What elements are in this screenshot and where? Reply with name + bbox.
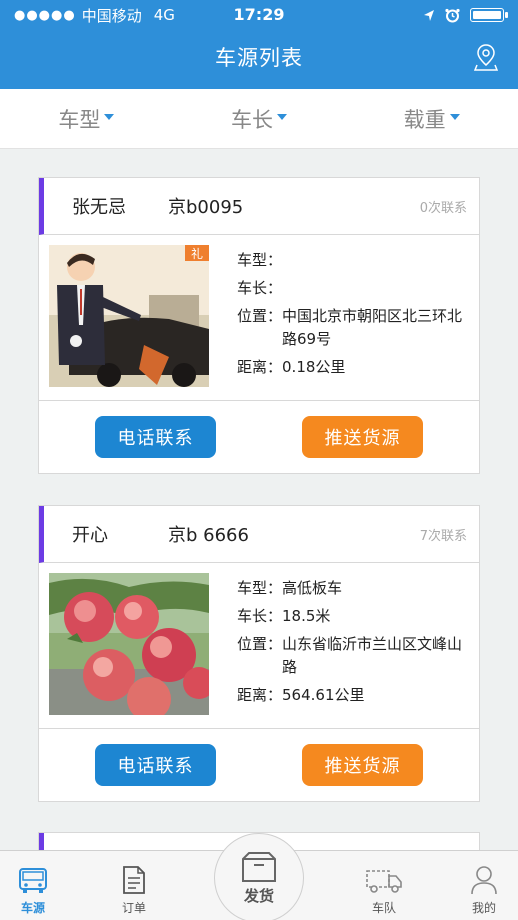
box-icon — [242, 851, 276, 882]
tab-orders[interactable]: 订单 — [116, 851, 152, 920]
push-cargo-button[interactable]: 推送货源 — [302, 416, 423, 458]
card-body: 车型： 高低板车 车长： 18.5米 位置： 山东省临沂市兰山区文峰山路 距离： 564… — [39, 563, 479, 729]
length-value: 18.5米 — [282, 607, 331, 625]
filter-type-label: 车型 — [58, 107, 101, 132]
length-label: 车长： — [237, 279, 283, 297]
location-value: 山东省临沂市兰山区文峰山路 — [282, 635, 463, 676]
tab-fleet-label: 车队 — [371, 901, 396, 915]
status-time: 17:29 — [233, 5, 285, 24]
filter-type[interactable]: 车型 — [0, 89, 173, 148]
card-header: 张无忌 京b0095 0次联系 — [39, 178, 479, 235]
vehicle-photo — [49, 573, 209, 715]
tab-profile[interactable]: 我的 — [466, 851, 502, 920]
length-label: 车长： — [237, 607, 283, 625]
distance-label: 距离： — [237, 358, 283, 376]
type-label: 车型： — [237, 579, 283, 597]
filter-weight[interactable]: 载重 — [345, 89, 518, 148]
location-label: 位置： — [237, 635, 283, 653]
tab-vehicles[interactable]: 车源 — [14, 851, 52, 920]
user-icon — [471, 866, 497, 895]
tab-fleet[interactable]: 车队 — [362, 851, 406, 920]
filter-bar: 车型 车长 载重 — [0, 89, 518, 149]
call-button[interactable]: 电话联系 — [95, 416, 216, 458]
card-actions: 电话联系 推送货源 — [39, 401, 479, 473]
filter-weight-label: 载重 — [403, 107, 446, 132]
svg-text:礼: 礼 — [191, 246, 203, 261]
status-bar: ●●●●● 中国移动 4G 17:29 — [0, 0, 518, 30]
location-label: 位置： — [237, 307, 283, 325]
filter-length-label: 车长 — [231, 107, 273, 132]
driver-name: 开心 — [72, 525, 108, 546]
caret-down-icon — [449, 113, 460, 120]
distance-label: 距离： — [237, 686, 283, 704]
top-bar: ●●●●● 中国移动 4G 17:29 车源列表 — [0, 0, 518, 89]
card-header: 开心 京b 6666 7次联系 — [39, 506, 479, 563]
tab-profile-label: 我的 — [471, 901, 496, 915]
tab-ship[interactable]: 发货 — [214, 833, 304, 920]
page-title: 车源列表 — [215, 46, 303, 70]
driver-name: 张无忌 — [72, 197, 126, 218]
location-value: 中国北京市朝阳区北三环北路69号 — [282, 307, 463, 348]
caret-down-icon — [277, 113, 287, 120]
document-icon — [123, 866, 145, 894]
tab-vehicles-label: 车源 — [20, 901, 45, 915]
filter-length[interactable]: 车长 — [173, 89, 346, 148]
tab-orders-label: 订单 — [121, 901, 146, 915]
contact-count: 0次联系 — [419, 200, 467, 216]
card-actions: 电话联系 推送货源 — [39, 729, 479, 801]
license-plate: 京b 6666 — [168, 525, 249, 546]
call-button[interactable]: 电话联系 — [95, 744, 216, 786]
type-value: 高低板车 — [282, 579, 343, 597]
distance-value: 564.61公里 — [282, 686, 365, 704]
tab-ship-label: 发货 — [243, 886, 274, 905]
type-label: 车型： — [237, 251, 283, 269]
vehicle-card[interactable]: 开心 京b 6666 7次联系 车型： 高低板车 车长： 18.5米 位置： 山… — [38, 505, 480, 802]
battery-icon — [470, 8, 508, 22]
card-body: 礼 车型： 车长： 位置： 中国北京市朝阳区北三环北路69号 距离： 0.18公里 — [39, 235, 479, 401]
vehicle-card[interactable]: 张无忌 京b0095 0次联系 礼 车型： 车长： 位置： 中国北京市朝阳区北三… — [38, 177, 480, 474]
bus-icon — [19, 868, 47, 893]
distance-value: 0.18公里 — [282, 358, 346, 376]
contact-count: 7次联系 — [419, 528, 467, 544]
truck-icon — [366, 870, 402, 893]
vehicle-info: 车型： 高低板车 车长： 18.5米 位置： 山东省临沂市兰山区文峰山路 距离： 564… — [237, 573, 469, 718]
vehicle-info: 车型： 车长： 位置： 中国北京市朝阳区北三环北路69号 距离： 0.18公里 — [237, 245, 469, 390]
caret-down-icon — [104, 113, 115, 120]
vehicle-photo: 礼 — [49, 245, 209, 387]
map-pin-icon[interactable] — [474, 43, 498, 71]
license-plate: 京b0095 — [168, 197, 244, 218]
push-cargo-button[interactable]: 推送货源 — [302, 744, 423, 786]
